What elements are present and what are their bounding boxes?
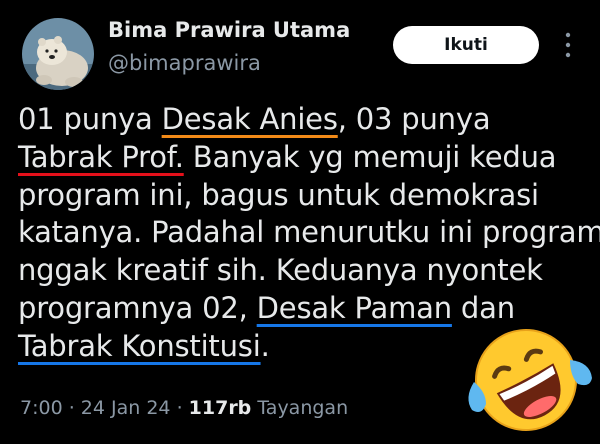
follow-button[interactable]: Ikuti xyxy=(393,26,539,64)
tweet: Bima Prawira Utama @bimaprawira Ikuti 01… xyxy=(0,0,600,444)
meta-separator: · xyxy=(62,397,81,419)
author-name[interactable]: Bima Prawira Utama xyxy=(108,18,350,42)
highlight-desak-anies: Desak Anies xyxy=(161,102,338,136)
tweet-time[interactable]: 7:00 xyxy=(20,397,63,419)
tweet-text-segment: , 03 punya xyxy=(337,102,491,136)
tweet-line: 01 punya Desak Anies, 03 punya xyxy=(18,101,588,139)
polar-bear-avatar-icon xyxy=(22,18,94,90)
author-handle[interactable]: @bimaprawira xyxy=(108,51,261,75)
meta-separator: · xyxy=(170,397,189,419)
tweet-line: program ini, bagus untuk demokrasi xyxy=(18,177,539,212)
highlight-desak-paman: Desak Paman xyxy=(256,290,452,325)
tweet-text-segment: Banyak yg memuji kedua xyxy=(183,139,557,174)
view-count[interactable]: 117rb xyxy=(189,397,252,419)
highlight-tabrak-konstitusi: Tabrak Konstitusi xyxy=(18,328,261,363)
tweet-line: katanya. Padahal menurutku ini program xyxy=(18,215,600,250)
tweet-meta: 7:00 · 24 Jan 24 · 117rb Tayangan xyxy=(20,397,348,419)
tweet-text-segment: 01 punya xyxy=(18,102,162,136)
more-vertical-icon[interactable] xyxy=(563,30,573,60)
rolling-on-floor-laughing-emoji-icon xyxy=(464,320,594,440)
tweet-date[interactable]: 24 Jan 24 xyxy=(81,397,171,419)
views-label: Tayangan xyxy=(251,397,349,419)
tweet-line: nggak kreatif sih. Keduanya nyontek xyxy=(18,253,543,288)
tweet-text-segment: programnya 02, xyxy=(18,290,257,325)
avatar[interactable] xyxy=(22,18,94,90)
tweet-line: Tabrak Prof. Banyak yg memuji kedua xyxy=(18,139,588,177)
highlight-tabrak-prof: Tabrak Prof. xyxy=(18,139,184,174)
tweet-text-segment: . xyxy=(260,328,270,363)
